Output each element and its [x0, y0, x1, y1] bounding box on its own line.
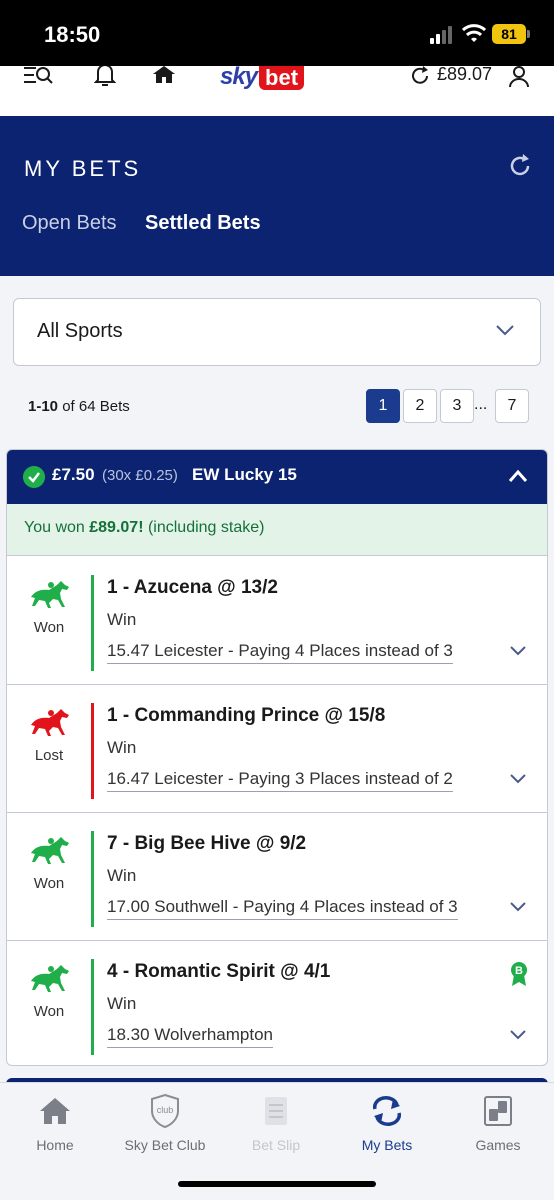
- my-bets-icon: [372, 1096, 402, 1126]
- selection-name: 1 - Commanding Prince @ 15/8: [107, 705, 386, 726]
- horse-racing-icon: [31, 965, 69, 992]
- bets-count: 1-10 of 64 Bets: [28, 398, 130, 415]
- club-icon-text: club: [157, 1105, 174, 1115]
- nav-games-label: Games: [475, 1137, 521, 1153]
- nav-my-bets-label: My Bets: [361, 1137, 413, 1153]
- tab-open-bets[interactable]: Open Bets: [22, 212, 117, 235]
- page-7-button[interactable]: 7: [495, 389, 529, 423]
- selection-market: Win: [107, 866, 137, 885]
- horse-racing-icon: [31, 709, 69, 736]
- chevron-down-icon[interactable]: [509, 645, 527, 657]
- club-shield-icon: club: [151, 1093, 179, 1129]
- chevron-down-icon[interactable]: [509, 773, 527, 785]
- won-amount: £89.07!: [89, 519, 144, 536]
- page-ellipsis: ...: [474, 396, 488, 413]
- search-menu-icon[interactable]: [22, 66, 54, 88]
- status-time: 18:50: [44, 22, 101, 47]
- selection-row[interactable]: Lost 1 - Commanding Prince @ 15/8 Win 16…: [7, 685, 547, 813]
- selection-market: Win: [107, 738, 137, 757]
- chevron-up-icon[interactable]: [507, 468, 529, 484]
- selection-name: 1 - Azucena @ 13/2: [107, 577, 278, 598]
- boost-badge-icon: B: [511, 962, 527, 986]
- nav-sky-bet-club-label: Sky Bet Club: [124, 1137, 206, 1153]
- tab-settled-bets[interactable]: Settled Bets: [145, 212, 261, 235]
- horse-racing-icon: [31, 581, 69, 608]
- refresh-icon[interactable]: [508, 154, 532, 178]
- page-1-button[interactable]: 1: [366, 389, 400, 423]
- bet-header[interactable]: £7.50 (30x £0.25) EW Lucky 15: [7, 450, 547, 504]
- status-bar-lost: [91, 703, 94, 799]
- status-bar: 18:50 81: [0, 0, 554, 66]
- home-indicator: [178, 1181, 376, 1187]
- selection-status: Lost: [34, 747, 64, 764]
- status-bar-won: [91, 831, 94, 927]
- nav-my-bets[interactable]: My Bets: [332, 1091, 442, 1153]
- page-title: MY BETS: [24, 156, 142, 181]
- bet-type: EW Lucky 15: [192, 465, 297, 484]
- status-bar-won: [91, 959, 94, 1055]
- nav-home-label: Home: [36, 1137, 74, 1153]
- top-nav: sky bet £89.07: [0, 63, 554, 116]
- won-prefix: You won: [24, 519, 90, 536]
- page-3-button[interactable]: 3: [440, 389, 474, 423]
- nav-bet-slip-label: Bet Slip: [251, 1137, 301, 1153]
- home-icon[interactable]: [153, 66, 175, 84]
- my-bets-header: MY BETS Open Bets Settled Bets: [0, 116, 554, 276]
- refresh-icon[interactable]: [411, 66, 431, 86]
- selection-event[interactable]: 16.47 Leicester - Paying 3 Places instea…: [107, 769, 453, 792]
- winnings-banner: You won £89.07! (including stake): [7, 504, 547, 556]
- sport-filter-value: All Sports: [37, 320, 123, 342]
- wifi-icon: [462, 24, 486, 42]
- nav-bet-slip[interactable]: Bet Slip: [221, 1091, 331, 1153]
- nav-home[interactable]: Home: [0, 1091, 110, 1153]
- selection-row[interactable]: Won 7 - Big Bee Hive @ 9/2 Win 17.00 Sou…: [7, 813, 547, 941]
- nav-games[interactable]: Games: [443, 1091, 553, 1153]
- selection-market: Win: [107, 610, 137, 629]
- bets-range: 1-10: [28, 398, 59, 415]
- signal-icon: [430, 26, 456, 44]
- account-balance[interactable]: £89.07: [437, 64, 492, 85]
- chevron-down-icon: [496, 325, 514, 336]
- selection-row[interactable]: Won 1 - Azucena @ 13/2 Win 15.47 Leicest…: [7, 557, 547, 685]
- bet-lines: (30x £0.25): [102, 467, 178, 484]
- betslip-icon: [265, 1097, 287, 1125]
- selection-event[interactable]: 18.30 Wolverhampton: [107, 1025, 274, 1048]
- battery-icon: 81: [492, 24, 530, 44]
- games-icon: [484, 1096, 512, 1126]
- selection-status: Won: [33, 619, 65, 636]
- selection-row[interactable]: Won 4 - Romantic Spirit @ 4/1 B Win 18.3…: [7, 941, 547, 1065]
- boost-badge-letter: B: [515, 965, 523, 977]
- nav-sky-bet-club[interactable]: club Sky Bet Club: [110, 1091, 220, 1153]
- selection-status: Won: [33, 1003, 65, 1020]
- bell-icon[interactable]: [94, 66, 116, 88]
- horse-racing-icon: [31, 837, 69, 864]
- selection-name: 4 - Romantic Spirit @ 4/1: [107, 961, 331, 982]
- page-2-button[interactable]: 2: [403, 389, 437, 423]
- home-icon: [40, 1098, 70, 1124]
- bets-total: of 64 Bets: [62, 398, 130, 415]
- chevron-down-icon[interactable]: [509, 1029, 527, 1041]
- selection-market: Win: [107, 994, 137, 1013]
- sport-filter-select[interactable]: All Sports: [13, 298, 541, 366]
- bet-stake: £7.50: [52, 465, 95, 484]
- selection-event[interactable]: 15.47 Leicester - Paying 4 Places instea…: [107, 641, 453, 664]
- chevron-down-icon[interactable]: [509, 901, 527, 913]
- selection-status: Won: [33, 875, 65, 892]
- bet-card: £7.50 (30x £0.25) EW Lucky 15 You won £8…: [6, 449, 548, 1066]
- logo-sky: sky: [220, 63, 258, 90]
- status-bar-won: [91, 575, 94, 671]
- user-icon[interactable]: [508, 66, 530, 88]
- check-icon: [23, 466, 45, 488]
- won-suffix: (including stake): [143, 519, 265, 536]
- selection-event[interactable]: 17.00 Southwell - Paying 4 Places instea…: [107, 897, 458, 920]
- sky-bet-logo[interactable]: sky bet: [220, 63, 305, 92]
- selection-name: 7 - Big Bee Hive @ 9/2: [107, 833, 307, 854]
- logo-bet: bet: [259, 66, 305, 90]
